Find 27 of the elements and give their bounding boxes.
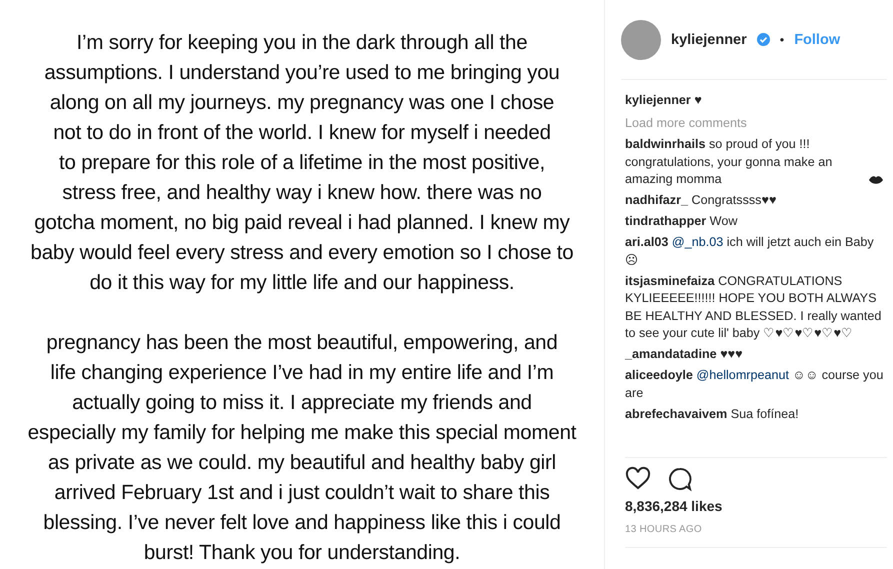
username-link[interactable]: _amandatadine xyxy=(625,347,717,361)
username-link[interactable]: aliceedoyle xyxy=(625,368,693,382)
username-link[interactable]: abrefechavaivem xyxy=(625,406,728,420)
mention-link[interactable]: @hellomrpeanut xyxy=(696,368,790,382)
username[interactable]: kyliejenner xyxy=(671,32,747,48)
username-link[interactable]: nadhifazr_ xyxy=(625,193,688,207)
comment-text: _amandatadine ♥♥♥ xyxy=(625,347,743,361)
username-link[interactable]: baldwinrhails xyxy=(625,137,706,151)
comment-text: abrefechavaivem Sua fofínea! xyxy=(625,406,799,420)
username-link[interactable]: itsjasminefaiza xyxy=(625,274,715,288)
mention-link[interactable]: @_nb.03 xyxy=(672,235,724,249)
post-text: pregnancy has been the most beautiful, empowering, and life changing experience I’ve had in my entire life and I’m actually going to miss it. I appreciate my friends and especially my family for helping me make this special moment as private as we could. my beautiful and healthy baby girl arrived February 1st and i just couldn’t wait to share this blessing. I’ve never felt love and happiness like this i could burst! Thank you for understanding. xyxy=(28,330,576,566)
comment-text: itsjasminefaiza CONGRATULATIONS KYLIEEEEE!!!!!! HOPE YOU BOTH ALWAYS BE HEALTHY AND BLESSED. I really wanted to see your cute lil' baby ♡♥♡♥♡♥♡♥♡ xyxy=(625,274,882,340)
likes-count[interactable]: 8,836,284 likes xyxy=(625,498,887,514)
username-link[interactable]: kyliejenner xyxy=(625,93,691,107)
separator-dot: • xyxy=(780,32,784,46)
avatar[interactable] xyxy=(621,20,661,60)
post-time: 13 HOURS AGO xyxy=(625,524,887,548)
comment-icon[interactable] xyxy=(667,466,693,492)
comment-text: kyliejenner ♥ xyxy=(625,93,702,107)
comment-text: tindrathapper Wow xyxy=(625,214,738,228)
username-link[interactable]: ari.al03 xyxy=(625,235,668,249)
comment-text: nadhifazr_ Congratssss♥♥ xyxy=(625,193,776,207)
lips-icon xyxy=(868,174,884,184)
username-link[interactable]: tindrathapper xyxy=(625,214,706,228)
post-text: I’m sorry for keeping you in the dark through all the assumptions. I understand you’re used to me bringing you along on all my journeys. my pregnancy was one I chose not to do in front of the world. I knew for myself i needed to prepare for this role of a lifetime in the most positive, stress free, and healthy way i knew how. there was no gotcha moment, no big paid reveal i had planned. I knew my baby would feel every stress and every emotion so I chose to do it this way for my little life and our happiness. xyxy=(30,30,574,296)
heart-icon[interactable] xyxy=(625,466,651,492)
